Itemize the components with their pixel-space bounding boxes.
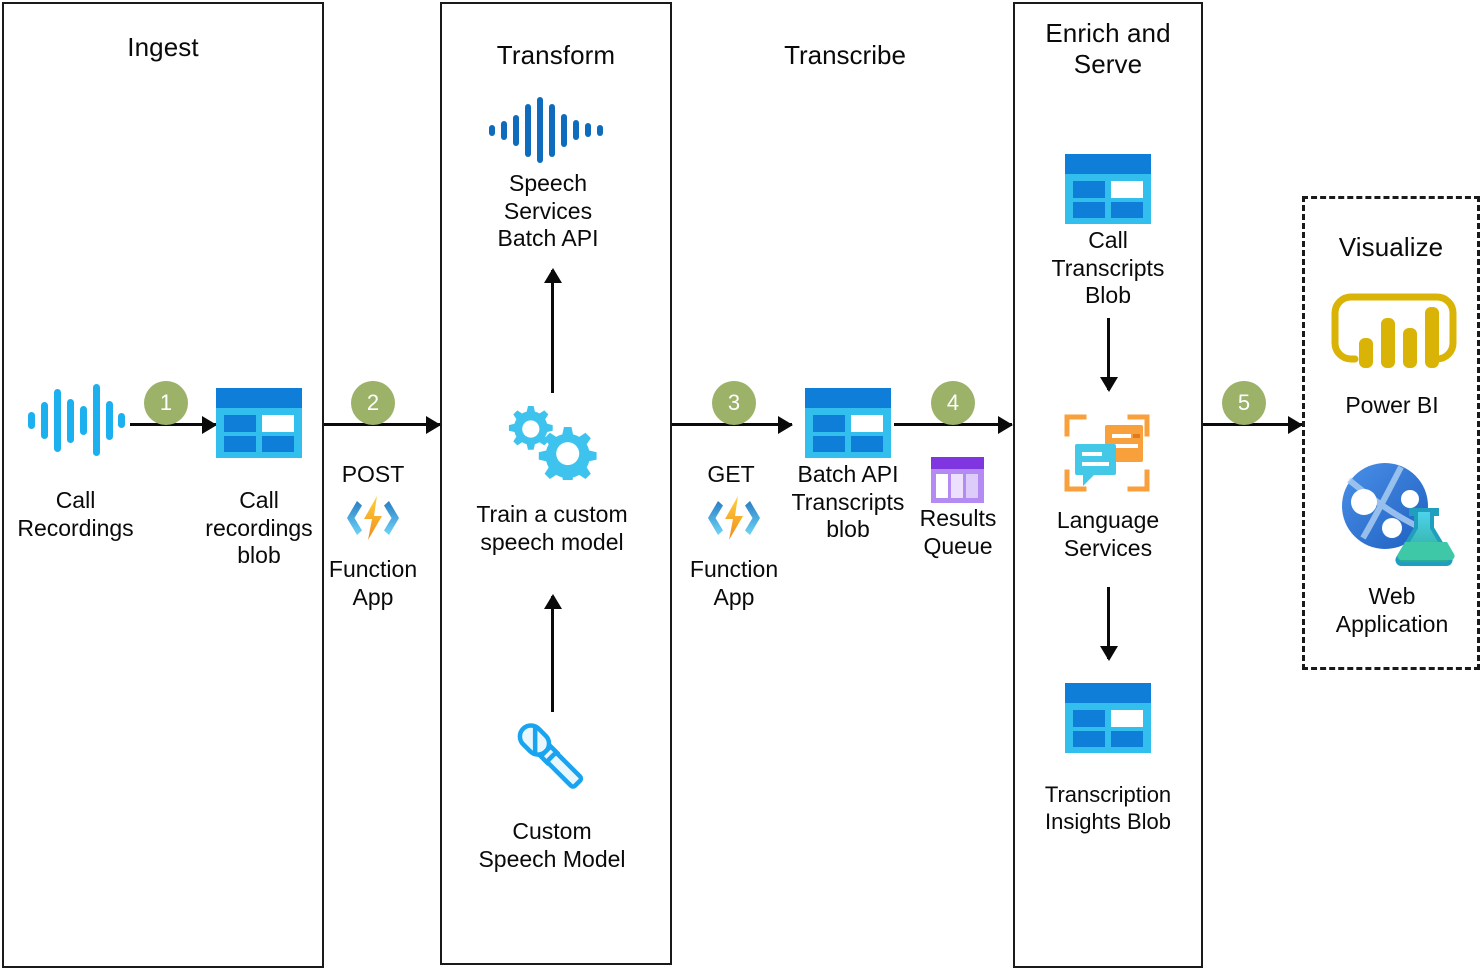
node-label-power-bi: Power BI — [1345, 392, 1439, 418]
queue-storage-icon — [931, 457, 984, 503]
lane-title-ingest: Ingest — [127, 32, 199, 62]
step-badge-2: 2 — [351, 381, 395, 425]
arrow-train-to-batchapi — [551, 270, 554, 393]
lane-title-visualize: Visualize — [1338, 232, 1444, 262]
arrow-transcripts-to-language — [1107, 318, 1110, 390]
lane-title-enrich: Enrich and Serve — [1045, 18, 1171, 79]
azure-function-icon — [704, 494, 764, 542]
node-label-speech-services-batch-api: Speech Services Batch API — [497, 170, 599, 251]
node-label-transcription-insights-blob: Transcription Insights Blob — [1044, 782, 1172, 834]
node-label-call-recordings: Call Recordings — [17, 487, 134, 541]
power-bi-icon — [1329, 293, 1459, 375]
blob-storage-icon — [1065, 683, 1151, 753]
arrow-language-to-insights — [1107, 587, 1110, 659]
lane-ingest — [2, 2, 324, 968]
web-application-icon — [1337, 458, 1457, 566]
audio-waveform-icon — [24, 382, 128, 458]
verb-label-post: POST — [341, 461, 405, 487]
lane-title-transform: Transform — [496, 40, 616, 70]
lane-title-transcribe: Transcribe — [784, 40, 906, 70]
node-label-web-application: Web Application — [1335, 583, 1449, 637]
step-badge-4: 4 — [931, 381, 975, 425]
node-label-call-transcripts-blob: Call Transcripts Blob — [1051, 227, 1165, 308]
arrow-customspeech-to-train — [551, 596, 554, 712]
node-label-custom-speech-model: Custom Speech Model — [478, 818, 626, 872]
azure-function-icon — [343, 494, 403, 542]
step-badge-1: 1 — [144, 381, 188, 425]
node-label-train-custom-speech-model: Train a custom speech model — [476, 501, 628, 555]
blob-storage-icon — [1065, 154, 1151, 224]
gears-icon — [498, 404, 602, 480]
node-label-results-queue: Results Queue — [919, 505, 997, 559]
node-label-function-app-3: Function App — [689, 556, 779, 610]
step-badge-5: 5 — [1222, 381, 1266, 425]
step-badge-3: 3 — [712, 381, 756, 425]
node-label-function-app-2: Function App — [328, 556, 418, 610]
arrow-step-5 — [1203, 423, 1302, 426]
arrow-step-2 — [324, 423, 440, 426]
blob-storage-icon — [805, 388, 891, 458]
language-services-icon — [1062, 412, 1152, 494]
architecture-diagram: Ingest Transform Transcribe Enrich and S… — [0, 0, 1484, 974]
blob-storage-icon — [216, 388, 302, 458]
speech-waveform-icon — [487, 96, 607, 164]
node-label-language-services: Language Services — [1056, 507, 1160, 561]
node-label-batch-api-transcripts-blob: Batch API Transcripts blob — [791, 461, 905, 542]
microphone-icon — [510, 716, 590, 798]
